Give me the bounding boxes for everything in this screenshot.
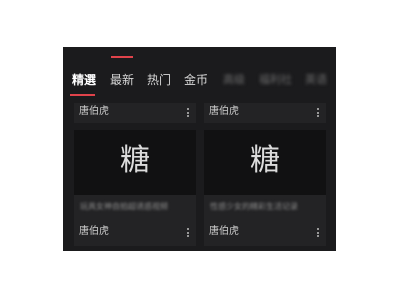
status-accent-bar	[111, 56, 133, 58]
card-meta-top-left[interactable]: 唐伯虎	[74, 103, 196, 123]
author-name: 唐伯虎	[209, 226, 239, 237]
tab-hot[interactable]: 热门	[147, 69, 171, 91]
tab-featured[interactable]: 精選	[72, 69, 96, 91]
more-options-icon[interactable]	[187, 228, 190, 237]
tab-blurred-2[interactable]: 福利社	[259, 69, 292, 91]
card-meta-top-right[interactable]: 唐伯虎	[204, 103, 326, 123]
tab-coins[interactable]: 金币	[184, 69, 208, 91]
video-title[interactable]: 玩具女神自拍超诱惑视频	[80, 201, 190, 213]
more-options-icon[interactable]	[317, 108, 320, 117]
video-thumbnail[interactable]: 糖	[74, 130, 196, 195]
author-name: 唐伯虎	[209, 106, 239, 117]
brand-logo: 糖	[250, 143, 280, 178]
category-tabs: 精選 最新 热门 金币 高级 福利社 英语	[63, 69, 336, 91]
brand-logo: 糖	[120, 143, 150, 178]
video-thumbnail[interactable]: 糖	[204, 130, 326, 195]
tab-blurred-1[interactable]: 高级	[223, 69, 245, 91]
author-name: 唐伯虎	[79, 226, 109, 237]
active-tab-indicator	[70, 94, 95, 96]
video-card-right[interactable]: 糖 性感少女的精彩生活记录 唐伯虎	[204, 130, 326, 246]
more-options-icon[interactable]	[187, 108, 190, 117]
tab-blurred-3[interactable]: 英语	[305, 69, 327, 91]
more-options-icon[interactable]	[317, 228, 320, 237]
tab-latest[interactable]: 最新	[110, 69, 134, 91]
author-name: 唐伯虎	[79, 106, 109, 117]
app-screen: 精選 最新 热门 金币 高级 福利社 英语 唐伯虎 唐伯虎 糖 玩具女神自拍超诱…	[63, 47, 336, 251]
video-title[interactable]: 性感少女的精彩生活记录	[210, 201, 320, 213]
video-card-left[interactable]: 糖 玩具女神自拍超诱惑视频 唐伯虎	[74, 130, 196, 246]
